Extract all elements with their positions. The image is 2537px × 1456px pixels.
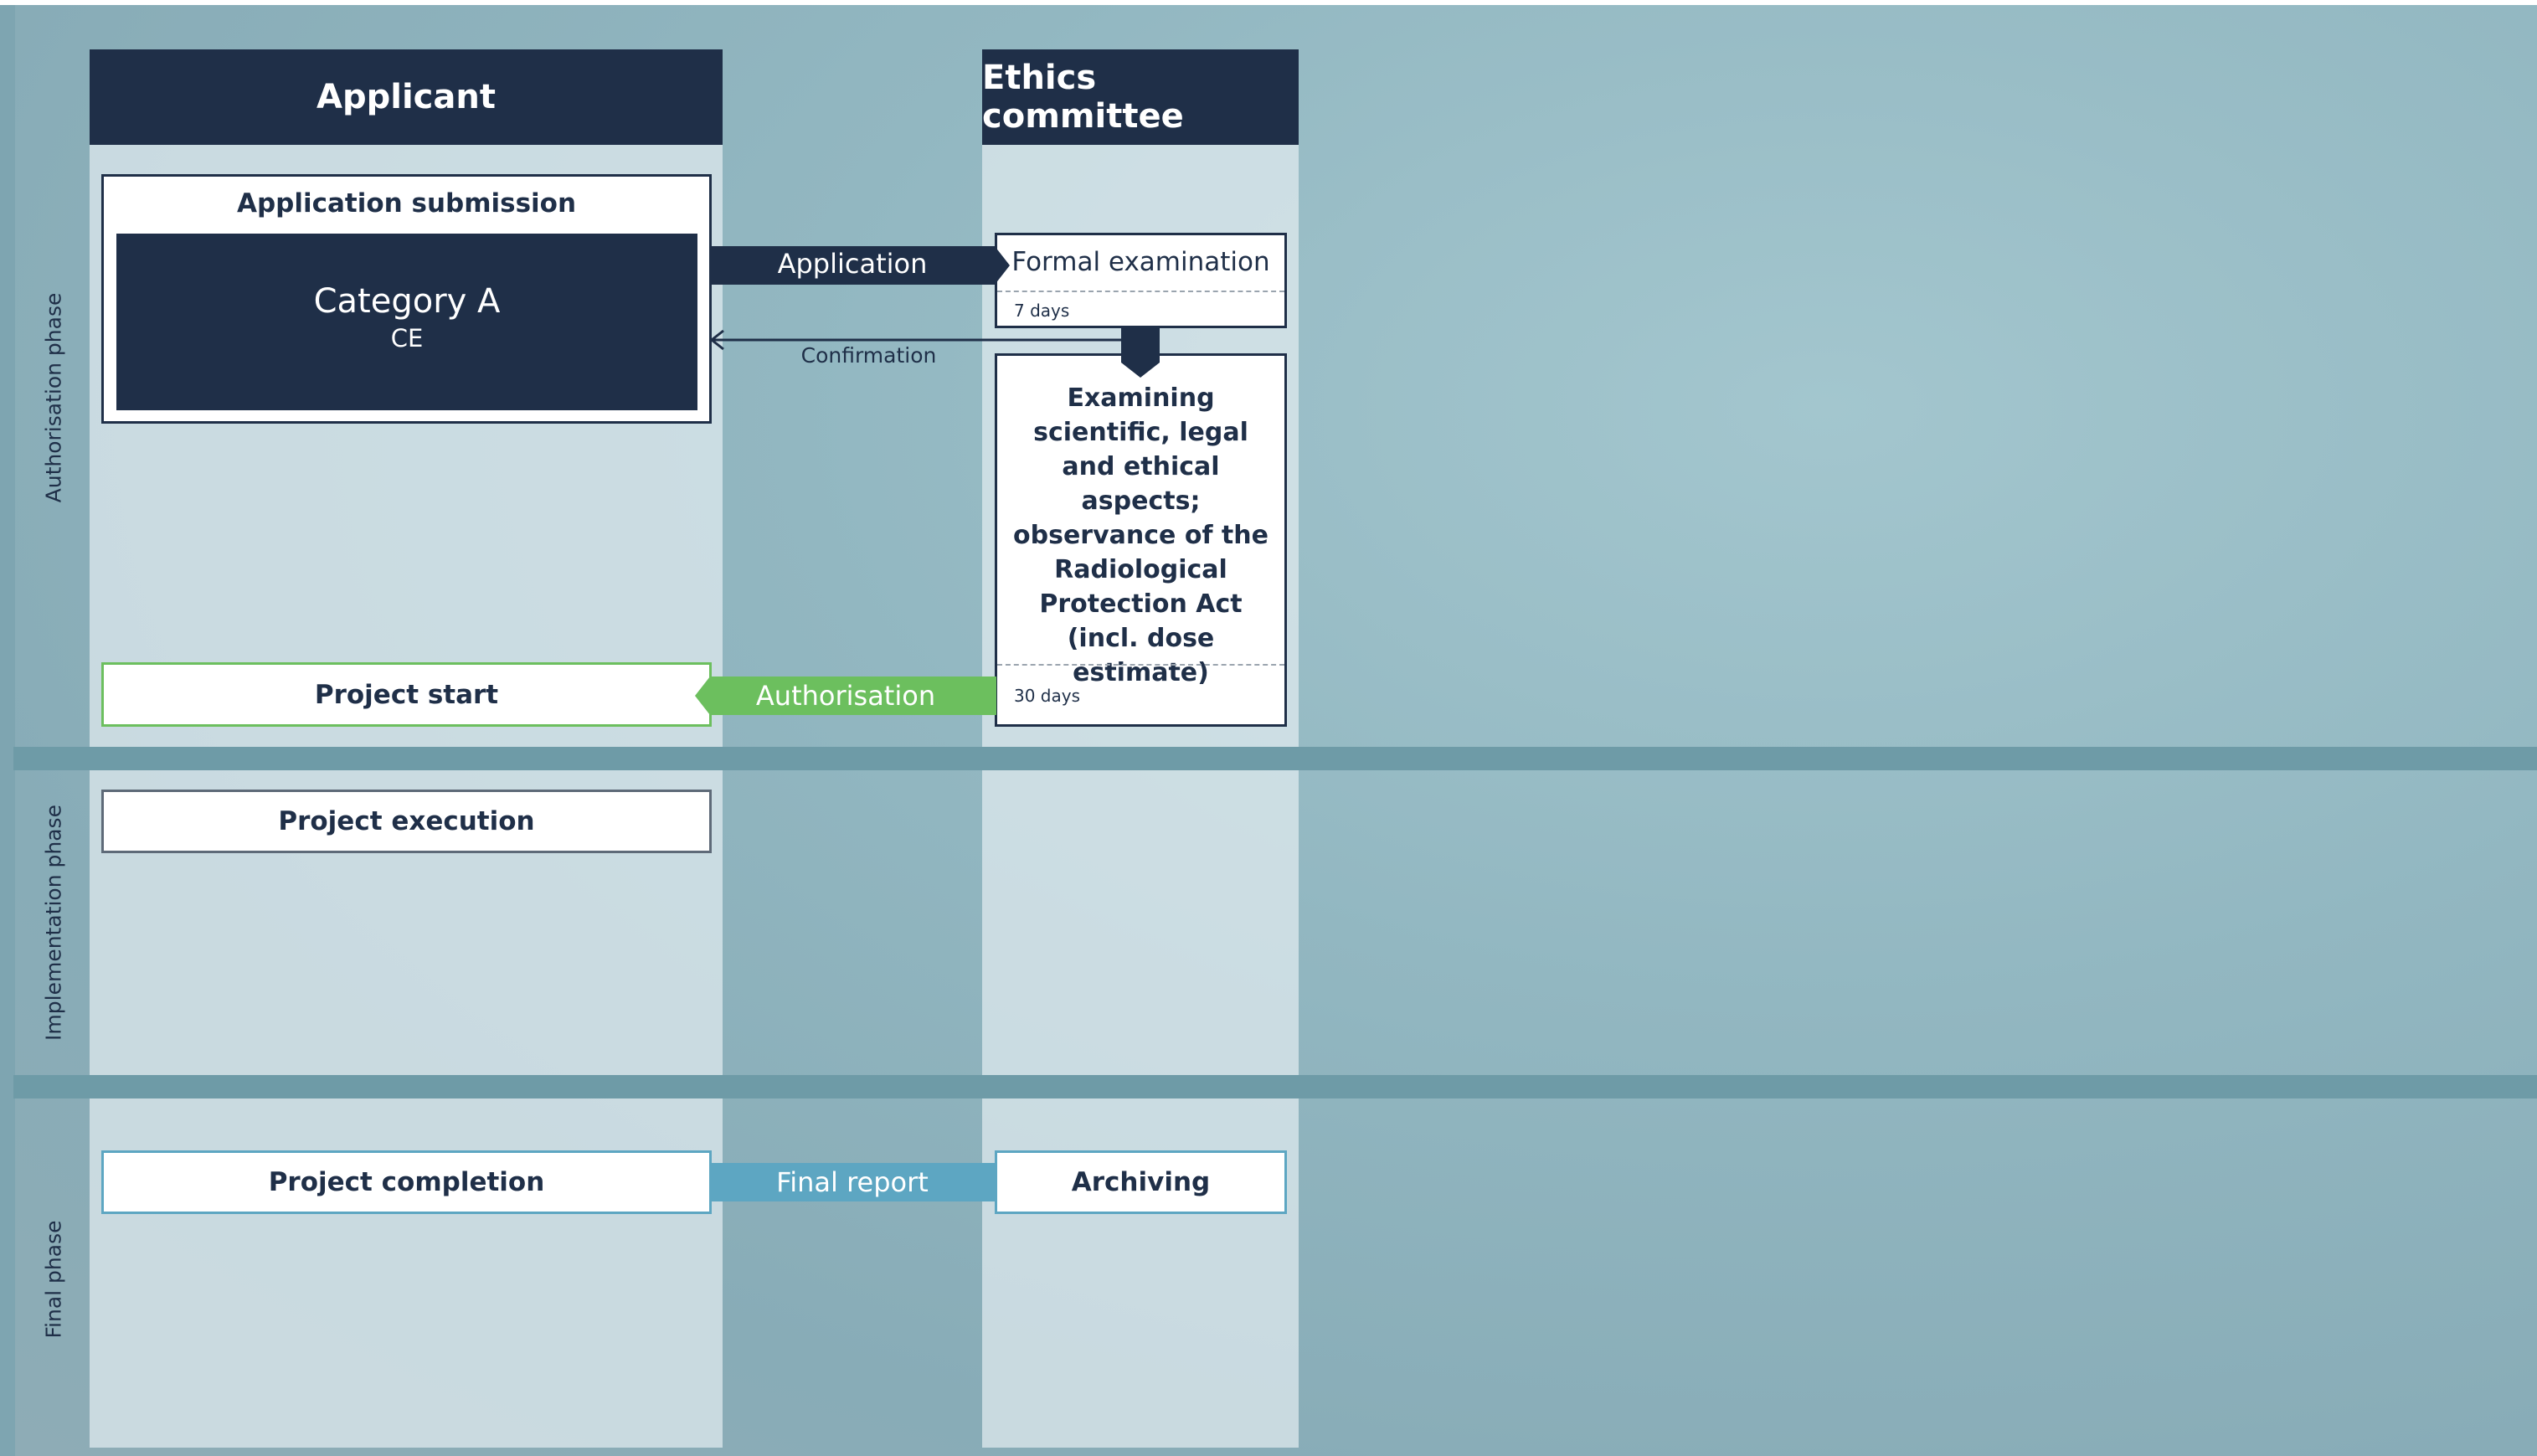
confirmation-label: Confirmation (800, 343, 937, 368)
examining-divider (997, 664, 1284, 666)
category-sub-label: CE (390, 324, 424, 352)
authorisation-phase-label: Authorisation phase (41, 292, 66, 503)
archiving-box: Archiving (995, 1150, 1287, 1214)
application-submission-title: Application submission (236, 188, 577, 219)
formal-divider (997, 291, 1284, 292)
examining-aspects-box: Examining scientific, legal and ethical … (995, 353, 1287, 727)
category-a-label: Category A (313, 282, 501, 321)
final-phase-label: Final phase (41, 1220, 66, 1339)
formal-examination-days: 7 days (1014, 301, 1070, 321)
project-completion-box: Project completion (101, 1150, 712, 1214)
final-report-arrow-label: Final report (776, 1166, 929, 1198)
category-a-box: Category A CE (116, 234, 697, 410)
formal-examination-label: Formal examination (1011, 247, 1270, 277)
project-start-box: Project start (101, 662, 712, 727)
ethics-committee-header: Ethics committee (982, 49, 1299, 145)
examining-days: 30 days (1014, 686, 1081, 706)
authorisation-arrow-label: Authorisation (755, 680, 936, 712)
formal-examination-box: Formal examination 7 days (995, 233, 1287, 328)
phase-separator-2 (13, 1075, 2537, 1098)
phase-separator-1 (13, 747, 2537, 770)
project-execution-box: Project execution (101, 790, 712, 853)
implementation-phase-label: Implementation phase (41, 805, 66, 1041)
top-border (0, 0, 2537, 5)
examining-aspects-label: Examining scientific, legal and ethical … (1013, 383, 1268, 687)
application-submission-box: Application submission Category A CE (101, 174, 712, 424)
applicant-header: Applicant (90, 49, 723, 145)
left-strip (0, 5, 15, 1456)
application-arrow-label: Application (777, 248, 928, 280)
